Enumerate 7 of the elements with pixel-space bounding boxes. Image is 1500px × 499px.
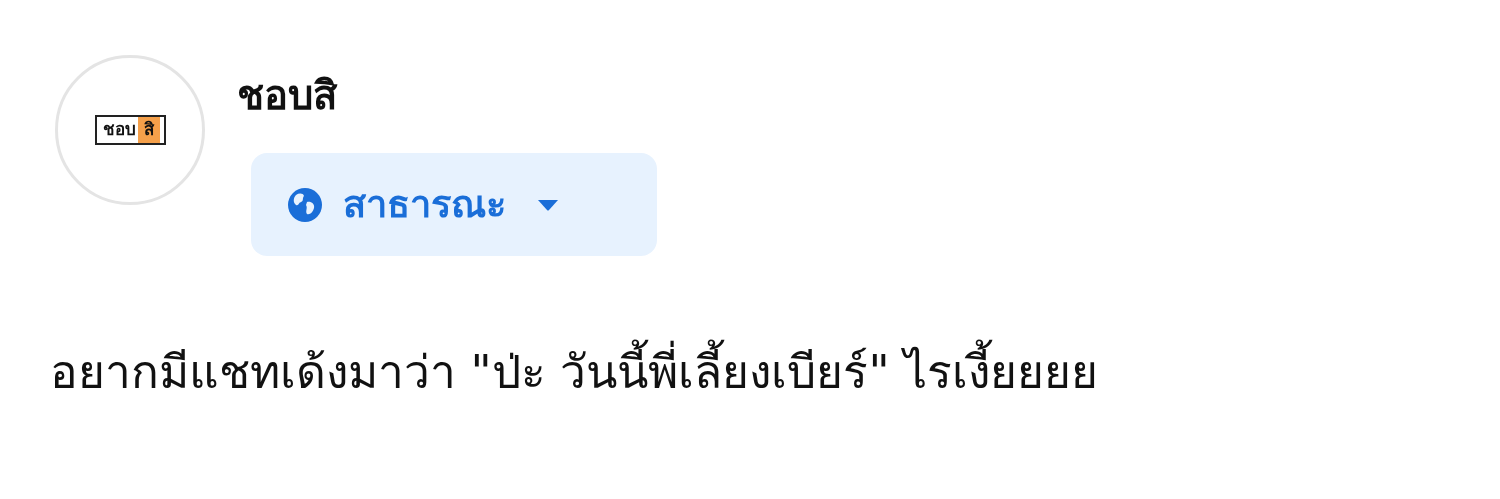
profile-name: ชอบสิ <box>237 71 337 120</box>
audience-dropdown[interactable]: สาธารณะ <box>251 153 657 256</box>
logo-text: ชอบ <box>101 118 137 142</box>
post-text: อยากมีแชทเด้งมาว่า "ป่ะ วันนี้พี่เลี้ยงเบียร์" ไรเงี้ยยยย <box>50 338 1500 407</box>
logo-highlight: สิ <box>137 117 160 143</box>
globe-icon <box>287 186 323 223</box>
caret-icon <box>536 197 560 212</box>
